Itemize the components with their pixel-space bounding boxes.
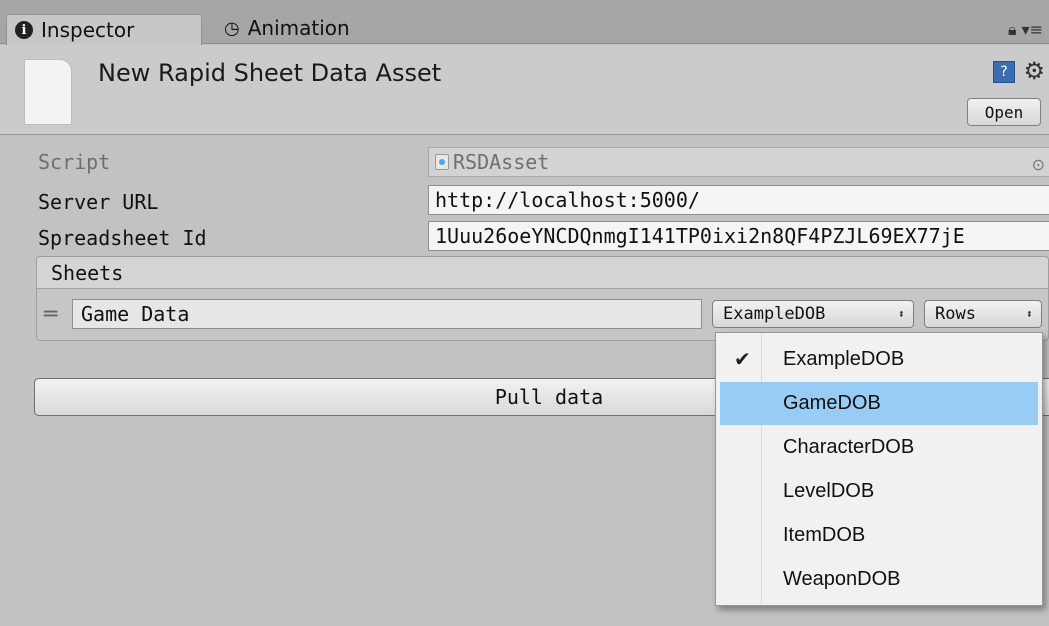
server-url-label: Server URL (38, 190, 159, 214)
type-dropdown-menu: ✔ ExampleDOB GameDOB CharacterDOB LevelD… (715, 332, 1043, 606)
menu-item-exampledob[interactable]: ✔ ExampleDOB (720, 338, 1038, 381)
inspector-header: New Rapid Sheet Data Asset ? ⚙ Open (0, 45, 1049, 135)
server-url-input[interactable]: http://localhost:5000/ (428, 185, 1049, 215)
menu-item-characterdob[interactable]: CharacterDOB (720, 426, 1038, 469)
sheet-mode-value: Rows (935, 304, 976, 324)
menu-item-label: GameDOB (783, 392, 881, 414)
tab-inspector[interactable]: i Inspector (6, 14, 202, 45)
menu-item-label: ItemDOB (783, 524, 866, 546)
tab-label: Animation (247, 16, 350, 40)
menu-item-itemdob[interactable]: ItemDOB (720, 514, 1038, 557)
dropdown-arrow-icon: ⬍ (897, 307, 905, 321)
menu-item-label: WeaponDOB (783, 568, 901, 590)
sheet-type-value: ExampleDOB (723, 304, 826, 324)
sheet-name-input[interactable]: Game Data (72, 299, 702, 329)
drag-handle-icon[interactable]: ═ (44, 302, 57, 327)
object-picker-icon[interactable]: ⊙ (1032, 155, 1045, 174)
clock-icon: ◷ (224, 17, 240, 39)
open-button[interactable]: Open (967, 98, 1041, 126)
script-value: RSDAsset (453, 150, 550, 174)
dropdown-arrow-icon: ⬍ (1025, 307, 1033, 321)
sheets-header[interactable]: Sheets (36, 256, 1049, 289)
tab-animation[interactable]: ◷ Animation (216, 12, 366, 44)
document-icon (24, 59, 72, 125)
info-icon: i (15, 21, 33, 39)
menu-item-leveldob[interactable]: LevelDOB (720, 470, 1038, 513)
menu-item-label: CharacterDOB (783, 436, 915, 458)
menu-item-label: ExampleDOB (783, 348, 905, 370)
menu-icon[interactable]: ▾≡ (1022, 20, 1043, 39)
sheets-title: Sheets (51, 261, 124, 285)
spreadsheet-id-input[interactable]: 1Uuu26oeYNCDQnmgI141TP0ixi2n8QF4PZJL69EX… (428, 221, 1049, 251)
sheet-mode-dropdown[interactable]: Rows ⬍ (924, 300, 1042, 328)
script-label: Script (38, 150, 111, 174)
spreadsheet-id-label: Spreadsheet Id (38, 226, 207, 250)
tab-label: Inspector (41, 18, 135, 42)
pull-data-label: Pull data (494, 385, 604, 409)
menu-item-weapondob[interactable]: WeaponDOB (720, 558, 1038, 601)
script-icon (435, 154, 449, 170)
sheet-type-dropdown[interactable]: ExampleDOB ⬍ (712, 300, 914, 328)
script-field: RSDAsset (428, 147, 1049, 177)
menu-item-label: LevelDOB (783, 480, 875, 502)
help-icon[interactable]: ? (993, 61, 1015, 83)
asset-title: New Rapid Sheet Data Asset (98, 59, 442, 87)
gear-icon[interactable]: ⚙ (1023, 57, 1045, 85)
tab-bar: i Inspector ◷ Animation 🔒︎ ▾≡ (0, 0, 1049, 45)
menu-item-gamedob[interactable]: GameDOB (720, 382, 1038, 425)
check-icon: ✔ (734, 349, 751, 371)
lock-icon[interactable]: 🔒︎ (1008, 20, 1017, 39)
tab-controls: 🔒︎ ▾≡ (1008, 20, 1043, 40)
